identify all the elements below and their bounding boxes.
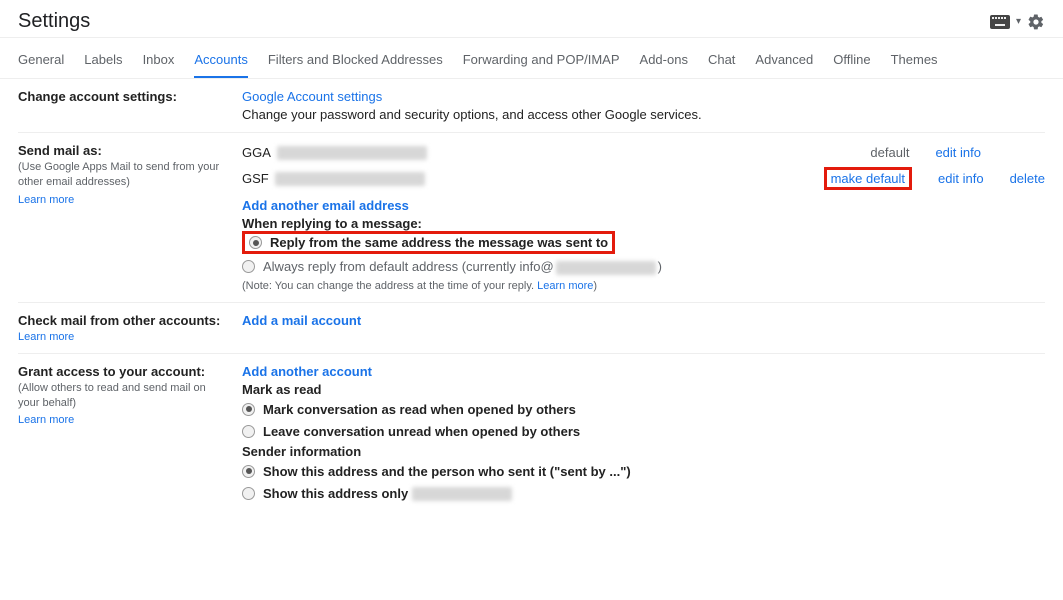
learn-more-link[interactable]: Learn more (18, 414, 74, 426)
radio-label: Always reply from default address (curre… (263, 259, 662, 275)
grant-access-hint: (Allow others to read and send mail on y… (18, 381, 230, 412)
tab-filters-and-blocked-addresses[interactable]: Filters and Blocked Addresses (268, 46, 443, 78)
change-account-desc: Change your password and security option… (242, 107, 1045, 122)
address-name: GSF (242, 171, 269, 186)
radio-label: Mark conversation as read when opened by… (263, 402, 576, 417)
redacted-text (275, 172, 425, 186)
add-mail-account-link[interactable]: Add a mail account (242, 313, 361, 328)
add-email-link[interactable]: Add another email address (242, 198, 409, 213)
edit-info-link[interactable]: edit info (938, 171, 984, 186)
mark-read-heading: Mark as read (242, 382, 1045, 397)
tab-accounts[interactable]: Accounts (194, 46, 247, 78)
tab-inbox[interactable]: Inbox (143, 46, 175, 78)
edit-info-link[interactable]: edit info (935, 145, 981, 160)
default-status: default (870, 145, 909, 160)
page-title: Settings (18, 10, 90, 33)
make-default-link[interactable]: make default (831, 171, 905, 186)
delete-link[interactable]: delete (1010, 171, 1045, 186)
redacted-text (556, 261, 656, 275)
reply-heading: When replying to a message: (242, 216, 1045, 231)
add-another-account-link[interactable]: Add another account (242, 364, 372, 379)
tab-advanced[interactable]: Advanced (755, 46, 813, 78)
keyboard-icon[interactable] (990, 15, 1010, 29)
radio-label: Reply from the same address the message … (270, 235, 608, 250)
tab-chat[interactable]: Chat (708, 46, 735, 78)
radio-label: Show this address and the person who sen… (263, 464, 631, 479)
tab-forwarding-and-pop-imap[interactable]: Forwarding and POP/IMAP (463, 46, 620, 78)
radio-reply-default[interactable] (242, 260, 255, 273)
tab-add-ons[interactable]: Add-ons (640, 46, 688, 78)
radio-reply-same[interactable] (249, 236, 262, 249)
send-mail-as-hint: (Use Google Apps Mail to send from your … (18, 160, 230, 191)
learn-more-link[interactable]: Learn more (18, 194, 74, 206)
google-account-settings-link[interactable]: Google Account settings (242, 89, 382, 104)
learn-more-link[interactable]: Learn more (18, 331, 74, 343)
radio-label: Show this address only (263, 486, 512, 502)
radio-show-sent-by[interactable] (242, 465, 255, 478)
sender-info-heading: Sender information (242, 444, 1045, 459)
radio-mark-read[interactable] (242, 403, 255, 416)
caret-down-icon[interactable]: ▾ (1016, 16, 1021, 27)
tab-themes[interactable]: Themes (891, 46, 938, 78)
radio-leave-unread[interactable] (242, 425, 255, 438)
learn-more-link[interactable]: Learn more (537, 280, 593, 292)
change-account-label: Change account settings: (18, 89, 177, 104)
send-mail-as-label: Send mail as: (18, 143, 230, 158)
tab-offline[interactable]: Offline (833, 46, 870, 78)
grant-access-label: Grant access to your account: (18, 364, 230, 379)
tab-general[interactable]: General (18, 46, 64, 78)
redacted-text (277, 146, 427, 160)
reply-note: (Note: You can change the address at the… (242, 280, 1045, 292)
redacted-text (412, 487, 512, 501)
gear-icon[interactable] (1027, 13, 1045, 31)
address-name: GGA (242, 145, 271, 160)
radio-show-address-only[interactable] (242, 487, 255, 500)
tab-labels[interactable]: Labels (84, 46, 122, 78)
radio-label: Leave conversation unread when opened by… (263, 424, 580, 439)
check-mail-label: Check mail from other accounts: (18, 313, 230, 328)
